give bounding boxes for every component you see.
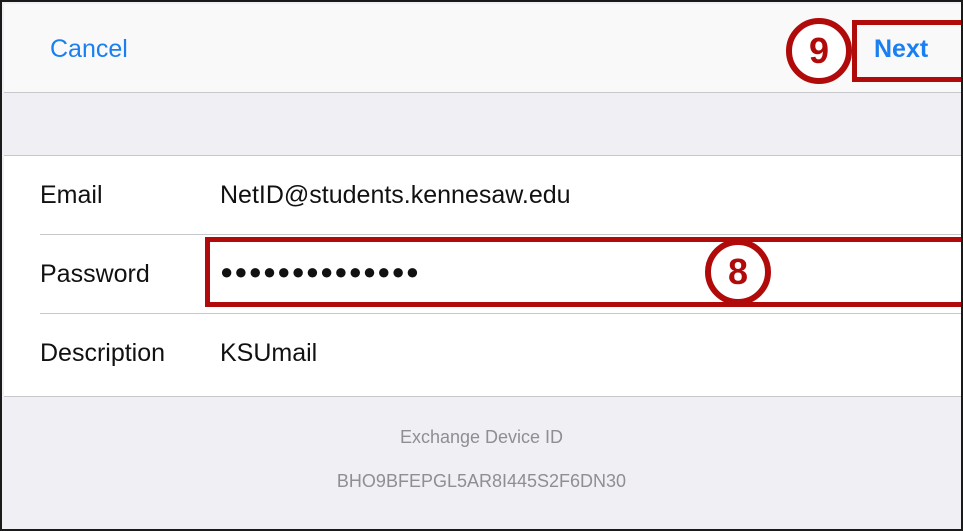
cancel-button[interactable]: Cancel [50,34,128,64]
description-label: Description [40,339,166,367]
password-highlight-box [205,237,961,307]
account-setup-sheet: Cancel Next 9 Email NetID@students.kenne… [0,0,963,531]
step-9-badge: 9 [786,18,852,84]
password-label: Password [40,260,150,288]
email-label: Email [40,181,103,209]
exchange-device-id-value: BHO9BFEPGL5AR8I445S2F6DN30 [336,471,627,491]
step-8-badge: 8 [705,239,771,305]
description-row: Description KSUmail [4,314,961,393]
email-row: Email NetID@students.kennesaw.edu [4,156,961,235]
email-field[interactable]: NetID@students.kennesaw.edu [220,180,571,210]
next-highlight-box [852,20,961,82]
exchange-device-id-title: Exchange Device ID [399,427,564,447]
description-field[interactable]: KSUmail [220,338,317,368]
